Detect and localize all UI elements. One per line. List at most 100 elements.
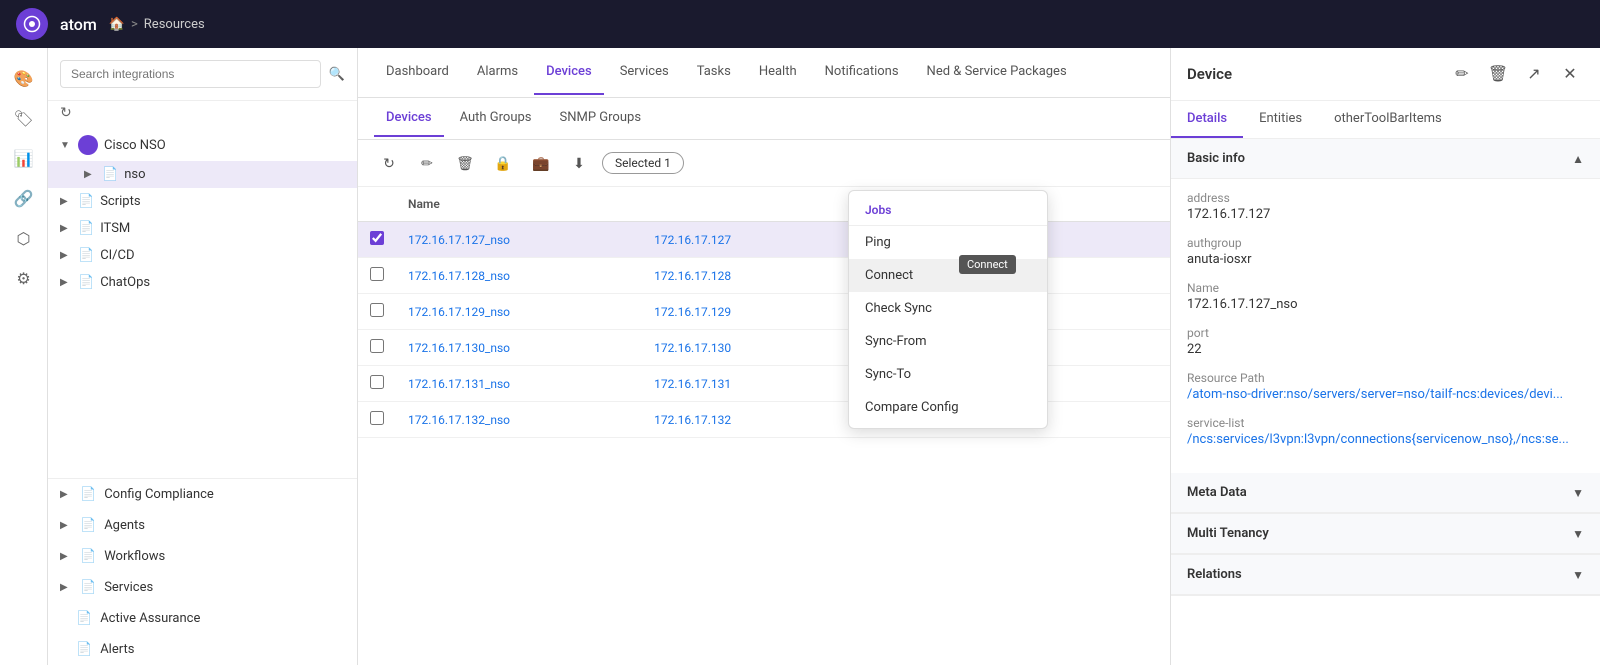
palette-icon[interactable]: 🎨 <box>6 60 42 96</box>
tab-health[interactable]: Health <box>747 50 809 95</box>
meta-data-header[interactable]: Meta Data ▼ <box>1171 473 1600 513</box>
row-checkbox[interactable] <box>370 231 384 245</box>
sidebar-item-label: nso <box>124 167 145 182</box>
relations-title: Relations <box>1187 567 1242 582</box>
sidebar-item-chatops[interactable]: ▶ 📄 ChatOps <box>48 269 357 296</box>
refresh-button[interactable]: ↻ <box>374 148 404 178</box>
integrations-icon[interactable]: ⬡ <box>6 220 42 256</box>
sub-tab-snmp-groups[interactable]: SNMP Groups <box>548 100 654 137</box>
search-icon[interactable]: 🔍 <box>329 67 345 82</box>
file-icon: 📄 <box>102 167 118 182</box>
file-icon: 📄 <box>80 487 96 502</box>
multi-tenancy-header[interactable]: Multi Tenancy ▼ <box>1171 514 1600 554</box>
context-menu-connect[interactable]: Connect Connect <box>849 259 1047 292</box>
sub-tab-auth-groups[interactable]: Auth Groups <box>448 100 544 137</box>
search-input[interactable] <box>60 60 321 88</box>
bar-chart-icon[interactable]: 📊 <box>6 140 42 176</box>
lock-button[interactable]: 🔒 <box>488 148 518 178</box>
sidebar-item-workflows[interactable]: ▶ 📄 Workflows <box>48 541 357 572</box>
field-value-resource-path[interactable]: /atom-nso-driver:nso/servers/server=nso/… <box>1187 387 1584 402</box>
device-address-link[interactable]: 172.16.17.132 <box>654 413 731 427</box>
row-checkbox[interactable] <box>370 375 384 389</box>
gear-icon[interactable]: ⚙ <box>6 260 42 296</box>
sidebar-item-nso[interactable]: ▶ 📄 nso <box>48 161 357 188</box>
expand-panel-button[interactable]: ↗ <box>1520 60 1548 88</box>
file-icon: 📄 <box>78 221 94 236</box>
panel-tab-other[interactable]: otherToolBarItems <box>1318 101 1458 138</box>
panel-tab-entities[interactable]: Entities <box>1243 101 1318 138</box>
sidebar-item-scripts[interactable]: ▶ 📄 Scripts <box>48 188 357 215</box>
basic-info-content: address 172.16.17.127 authgroup anuta-io… <box>1171 179 1600 473</box>
top-tab-bar: Dashboard Alarms Devices Services Tasks … <box>358 48 1170 98</box>
breadcrumb-current: Resources <box>144 17 205 32</box>
edit-panel-button[interactable]: ✏ <box>1448 60 1476 88</box>
context-menu-ping[interactable]: Ping <box>849 226 1047 259</box>
selected-badge[interactable]: Selected 1 <box>602 152 684 174</box>
sidebar-item-services[interactable]: ▶ 📄 Services <box>48 572 357 603</box>
table-row: 172.16.17.132_nso 172.16.17.132 22 <box>358 402 1170 438</box>
sidebar-item-alerts[interactable]: 📄 Alerts <box>48 634 357 665</box>
chevron-right-icon: ▶ <box>60 489 72 500</box>
tab-devices[interactable]: Devices <box>534 50 604 95</box>
device-name-link[interactable]: 172.16.17.129_nso <box>408 305 510 319</box>
home-icon[interactable]: 🏠 <box>109 17 125 32</box>
download-button[interactable]: ⬇ <box>564 148 594 178</box>
sidebar-item-cicd[interactable]: ▶ 📄 CI/CD <box>48 242 357 269</box>
device-name-link[interactable]: 172.16.17.127_nso <box>408 233 510 247</box>
sidebar-item-itsm[interactable]: ▶ 📄 ITSM <box>48 215 357 242</box>
relations-header[interactable]: Relations ▼ <box>1171 555 1600 595</box>
row-checkbox[interactable] <box>370 267 384 281</box>
field-label-address: address <box>1187 191 1584 205</box>
context-menu-compare-config[interactable]: Compare Config <box>849 391 1047 424</box>
close-panel-button[interactable]: ✕ <box>1556 60 1584 88</box>
network-icon[interactable]: 🔗 <box>6 180 42 216</box>
breadcrumb: 🏠 > Resources <box>109 17 205 32</box>
row-checkbox[interactable] <box>370 303 384 317</box>
tab-services[interactable]: Services <box>608 50 681 95</box>
context-menu-check-sync[interactable]: Check Sync <box>849 292 1047 325</box>
device-name-link[interactable]: 172.16.17.130_nso <box>408 341 510 355</box>
section-collapse-icon: ▲ <box>1572 152 1584 166</box>
tab-alarms[interactable]: Alarms <box>465 50 530 95</box>
device-address-link[interactable]: 172.16.17.131 <box>654 377 731 391</box>
edit-button[interactable]: ✏ <box>412 148 442 178</box>
field-value-service-list[interactable]: /ncs:services/l3vpn:l3vpn/connections{se… <box>1187 432 1584 447</box>
sub-tab-devices[interactable]: Devices <box>374 100 444 137</box>
device-name-link[interactable]: 172.16.17.128_nso <box>408 269 510 283</box>
right-panel-title: Device <box>1187 65 1232 83</box>
field-address: address 172.16.17.127 <box>1187 191 1584 222</box>
sidebar-item-label: CI/CD <box>100 248 134 263</box>
context-menu-sync-from[interactable]: Sync-From <box>849 325 1047 358</box>
tab-ned-service-packages[interactable]: Ned & Service Packages <box>915 50 1079 95</box>
sidebar-item-active-assurance[interactable]: 📄 Active Assurance <box>48 603 357 634</box>
tab-tasks[interactable]: Tasks <box>685 50 743 95</box>
context-menu-sync-to[interactable]: Sync-To <box>849 358 1047 391</box>
relations-section: Relations ▼ <box>1171 555 1600 596</box>
tab-notifications[interactable]: Notifications <box>813 50 911 95</box>
sidebar-item-config-compliance[interactable]: ▶ 📄 Config Compliance <box>48 479 357 510</box>
row-checkbox[interactable] <box>370 339 384 353</box>
row-checkbox[interactable] <box>370 411 384 425</box>
tab-dashboard[interactable]: Dashboard <box>374 50 461 95</box>
delete-button[interactable]: 🗑 <box>450 148 480 178</box>
delete-panel-button[interactable]: 🗑 <box>1484 60 1512 88</box>
device-address-link[interactable]: 172.16.17.129 <box>654 305 731 319</box>
sub-tab-bar: Devices Auth Groups SNMP Groups <box>358 98 1170 140</box>
device-address-link[interactable]: 172.16.17.128 <box>654 269 731 283</box>
sidebar-item-agents[interactable]: ▶ 📄 Agents <box>48 510 357 541</box>
table-header-name[interactable]: Name <box>396 187 642 222</box>
panel-tab-details[interactable]: Details <box>1171 101 1243 138</box>
app-container: atom 🏠 > Resources 🎨 🏷 📊 🔗 ⬡ ⚙ 🔍 ↻ <box>0 0 1600 665</box>
device-address-link[interactable]: 172.16.17.130 <box>654 341 731 355</box>
tag-icon[interactable]: 🏷 <box>6 100 42 136</box>
device-name-link[interactable]: 172.16.17.132_nso <box>408 413 510 427</box>
sidebar-refresh-button[interactable]: ↻ <box>48 101 357 125</box>
table-header-address <box>642 187 839 222</box>
basic-info-header[interactable]: Basic info ▲ <box>1171 139 1600 179</box>
device-address-link[interactable]: 172.16.17.127 <box>654 233 731 247</box>
briefcase-button[interactable]: 💼 <box>526 148 556 178</box>
device-name-link[interactable]: 172.16.17.131_nso <box>408 377 510 391</box>
sidebar-item-label: Config Compliance <box>104 487 214 502</box>
multi-tenancy-title: Multi Tenancy <box>1187 526 1269 541</box>
sidebar-item-cisco-nso[interactable]: ▼ Cisco NSO <box>48 129 357 161</box>
